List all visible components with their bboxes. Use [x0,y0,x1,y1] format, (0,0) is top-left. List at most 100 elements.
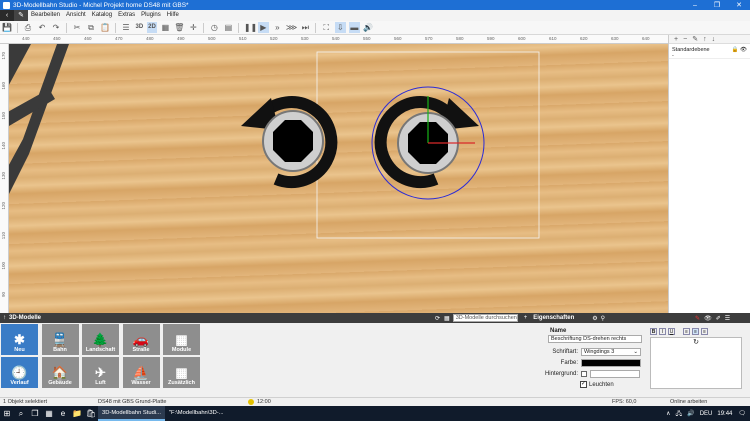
task-view-icon[interactable]: ❐ [28,406,42,421]
pause-icon[interactable]: ❚❚ [244,22,257,33]
rotate-left-model[interactable] [241,96,338,189]
refresh-icon[interactable]: ⟳ [435,315,440,322]
viewport-canvas[interactable] [9,44,668,313]
tray-chevron-icon[interactable]: ∧ [666,410,670,417]
align-right-icon[interactable]: ≡ [701,328,708,335]
pencil-icon[interactable]: ✎ [14,10,28,21]
models-search-input[interactable]: 3D-Modelle durchsuchen [452,314,518,322]
grid-small-icon[interactable]: ▦ [444,315,450,322]
tile-luft[interactable]: ✈ Luft [82,357,119,388]
eye-icon[interactable]: 👁 [704,315,712,322]
fast-forward-icon[interactable]: » [272,22,283,33]
name-input[interactable]: Beschriftung DS-drehen rechts [548,335,642,343]
play-icon[interactable]: ▶ [257,22,269,33]
paint-icon[interactable]: ✐ [716,315,721,322]
volume-icon[interactable]: 🔊 [687,410,694,417]
settings-icon[interactable]: ⚙ [592,315,597,322]
menu-hilfe[interactable]: Hilfe [164,10,182,21]
tile-module[interactable]: ▦ Module [163,324,200,355]
lock-icon[interactable]: 🔒 [732,47,739,53]
pin-icon[interactable]: ✎ [695,315,700,322]
sound-icon[interactable]: 🔊 [363,22,374,33]
clock-icon[interactable]: ◷ [209,22,220,33]
glow-checkbox[interactable]: ✓ [580,381,587,388]
edge-icon[interactable]: e [56,406,70,421]
tile-landschaft[interactable]: 🌲 Landschaft [82,324,119,355]
explorer-icon[interactable]: 📁 [70,406,84,421]
redo-icon[interactable]: ↷ [51,22,62,33]
add-icon[interactable]: + [524,315,528,321]
grid-icon[interactable]: ▦ [160,22,171,33]
delete-icon[interactable]: 🗑 [174,22,185,33]
bold-button[interactable]: B [650,328,657,335]
skip-icon[interactable]: ⏭ [300,22,311,33]
clock[interactable]: 19:44 [717,411,732,417]
menu-katalog[interactable]: Katalog [89,10,115,21]
menu-extras[interactable]: Extras [115,10,138,21]
undo-icon[interactable]: ↶ [37,22,48,33]
boat-icon: ⛵ [132,365,150,380]
background-checkbox[interactable] [581,371,587,377]
save-icon[interactable]: 💾 [2,22,13,33]
color-swatch[interactable] [581,359,641,367]
copy-icon[interactable]: ⧉ [86,22,97,33]
edit-layer-icon[interactable]: ✎ [692,35,698,43]
add-layer-icon[interactable]: + [674,36,678,43]
arrow-up-icon[interactable]: ↑ [3,315,6,321]
maximize-button[interactable]: ❐ [706,1,728,9]
tile-strasse[interactable]: 🚗 Straße [122,324,160,355]
notifications-icon[interactable]: 🗨 [738,410,746,417]
menu-bearbeiten[interactable]: Bearbeiten [28,10,63,21]
tile-verlauf[interactable]: 🕘 Verlauf [1,357,38,388]
layer-item[interactable]: Standardebene 🔒 👁 - [669,46,750,59]
search-icon[interactable]: ⌕ [14,406,28,421]
menu-icon[interactable]: ☰ [725,315,730,322]
app-icon [3,1,10,9]
store-icon[interactable]: 🛍 [84,406,98,421]
tools-icon[interactable]: ⚲ [601,315,605,322]
view-2d-button[interactable]: 2D [147,22,157,33]
taskbar-app-modellbahn[interactable]: 3D-Modellbahn Studi... [98,406,165,421]
fit-view-icon[interactable]: ⛶ [321,22,332,33]
close-button[interactable]: ✕ [728,1,750,9]
network-icon[interactable]: 🖧 [676,409,683,419]
download-icon[interactable]: ⇩ [334,22,346,33]
align-icon[interactable]: ▬ [348,22,360,33]
tile-wasser[interactable]: ⛵ Wasser [122,357,160,388]
language-indicator[interactable]: DEU [700,411,713,417]
text-preview-box[interactable]: ↻ [650,337,742,389]
tile-gebaeude[interactable]: 🏠 Gebäude [41,357,79,388]
align-center-icon[interactable]: ≡ [692,328,699,335]
back-icon[interactable]: ‹ [0,10,14,21]
tile-zusaetzlich[interactable]: ▦ Zusätzlich [163,357,200,388]
rotate-right-model[interactable] [371,86,485,200]
font-select[interactable]: Wingdings 3 ⌄ [581,348,641,356]
print-icon[interactable]: ⎙ [23,22,34,33]
eye-icon[interactable]: 👁 [740,47,747,53]
title-bar: 3D-Modellbahn Studio - Michel Projekt ho… [0,0,750,10]
calculator-icon[interactable]: ▦ [42,406,56,421]
move-icon[interactable]: ✛ [188,22,199,33]
taskbar-app-file[interactable]: "F:\Modellbahn\3D-... [165,406,228,421]
underline-button[interactable]: U [668,328,675,335]
minimize-button[interactable]: – [684,2,706,9]
faster-forward-icon[interactable]: ⋙ [286,22,297,33]
layers-icon[interactable]: ☰ [121,22,132,33]
tile-neu[interactable]: ✱ Neu [1,324,38,355]
italic-button[interactable]: I [659,328,666,335]
view-3d-button[interactable]: 3D [135,22,145,33]
background-swatch[interactable] [590,370,640,378]
remove-layer-icon[interactable]: − [683,36,687,43]
ruler-top-label: 630 [611,36,619,41]
paste-icon[interactable]: 📋 [100,22,111,33]
calendar-icon[interactable]: ▤ [223,22,234,33]
cut-icon[interactable]: ✂ [72,22,83,33]
move-up-icon[interactable]: ↑ [703,36,707,43]
move-down-icon[interactable]: ↓ [712,36,716,43]
menu-plugins[interactable]: Plugins [138,10,164,21]
tile-bahn[interactable]: 🚆 Bahn [41,324,79,355]
align-left-icon[interactable]: ≡ [683,328,690,335]
mode-status: Online arbeiten [670,399,708,405]
windows-start-icon[interactable]: ⊞ [0,406,14,421]
menu-ansicht[interactable]: Ansicht [63,10,89,21]
